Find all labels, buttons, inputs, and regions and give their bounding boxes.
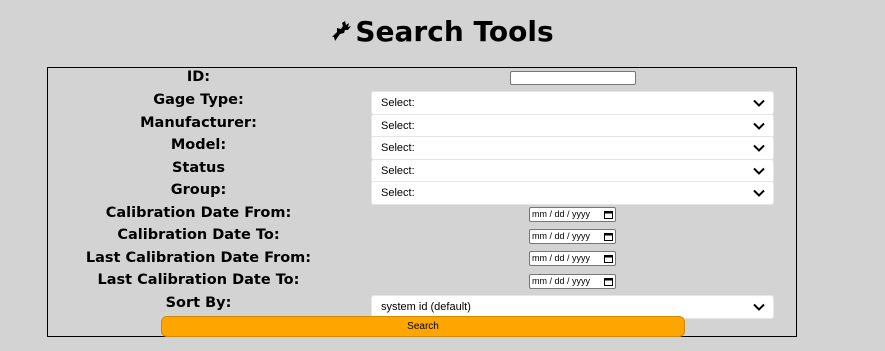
gage-type-value: Select: xyxy=(381,97,415,109)
last-calibration-date-from-input[interactable]: mm / dd / yyyy xyxy=(529,251,616,266)
group-select[interactable]: Select: xyxy=(371,181,774,205)
chevron-down-icon xyxy=(753,144,765,152)
search-button[interactable]: Search xyxy=(161,316,685,337)
chevron-down-icon xyxy=(753,303,765,311)
last-calibration-date-to-label: Last Calibration Date To: xyxy=(97,272,300,288)
model-label: Model: xyxy=(170,137,227,153)
chevron-down-icon xyxy=(753,189,765,197)
page-title: Search Tools xyxy=(0,14,885,53)
last-calibration-date-from-label: Last Calibration Date From: xyxy=(85,250,312,266)
group-label: Group: xyxy=(170,182,227,198)
model-value: Select: xyxy=(381,142,415,154)
date-placeholder: mm / dd / yyyy xyxy=(532,231,591,241)
calibration-date-to-input[interactable]: mm / dd / yyyy xyxy=(529,229,616,244)
page-title-text: Search Tools xyxy=(355,15,554,48)
calendar-icon[interactable] xyxy=(604,277,613,286)
sort-by-label: Sort By: xyxy=(165,295,232,311)
calendar-icon[interactable] xyxy=(604,254,613,263)
calibration-date-from-label: Calibration Date From: xyxy=(105,205,292,221)
date-placeholder: mm / dd / yyyy xyxy=(532,209,591,219)
last-calibration-date-to-input[interactable]: mm / dd / yyyy xyxy=(529,274,616,289)
gage-type-label: Gage Type: xyxy=(153,92,244,108)
status-label: Status xyxy=(171,160,226,176)
gage-type-select[interactable]: Select: xyxy=(371,91,774,115)
manufacturer-select[interactable]: Select: xyxy=(371,114,774,138)
chevron-down-icon xyxy=(753,167,765,175)
date-placeholder: mm / dd / yyyy xyxy=(532,253,591,263)
date-placeholder: mm / dd / yyyy xyxy=(532,276,591,286)
deer-icon xyxy=(331,17,353,53)
calendar-icon[interactable] xyxy=(604,210,613,219)
group-value: Select: xyxy=(381,187,415,199)
sort-by-value: system id (default) xyxy=(381,301,471,313)
search-form: ID: Gage Type: Select: Manufacturer: Sel… xyxy=(47,67,797,337)
model-select[interactable]: Select: xyxy=(371,136,774,160)
id-input[interactable] xyxy=(510,71,636,85)
chevron-down-icon xyxy=(753,122,765,130)
calibration-date-to-label: Calibration Date To: xyxy=(117,227,280,243)
chevron-down-icon xyxy=(753,99,765,107)
id-label: ID: xyxy=(186,69,211,85)
manufacturer-label: Manufacturer: xyxy=(140,115,257,131)
status-select[interactable]: Select: xyxy=(371,159,774,183)
manufacturer-value: Select: xyxy=(381,120,415,132)
calendar-icon[interactable] xyxy=(604,232,613,241)
calibration-date-from-input[interactable]: mm / dd / yyyy xyxy=(529,207,616,222)
status-value: Select: xyxy=(381,165,415,177)
